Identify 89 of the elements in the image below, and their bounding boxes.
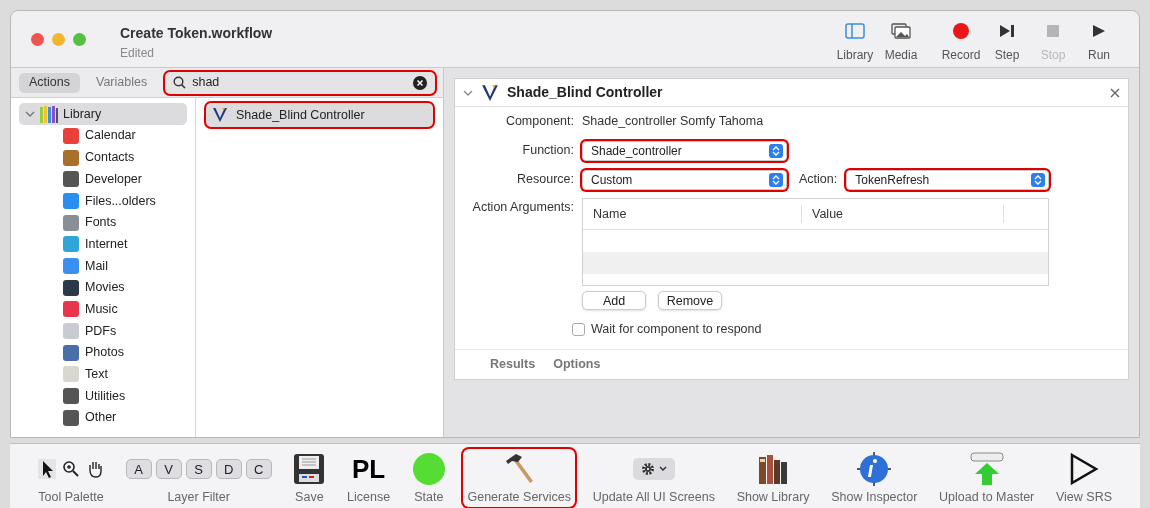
component-value: Shade_controller Somfy Tahoma	[582, 113, 764, 131]
bottom-toolbar-button[interactable]: PL License	[343, 449, 395, 507]
field-label: Component:	[504, 113, 575, 131]
tab[interactable]: Actions	[19, 72, 80, 93]
toolbar-button[interactable]: Run	[1079, 21, 1119, 64]
library-category[interactable]: Movies	[19, 276, 187, 299]
library-category[interactable]: Other	[19, 406, 187, 429]
chevron-down-icon	[658, 466, 667, 473]
stepper-icon	[1031, 172, 1046, 187]
clear-icon[interactable]	[413, 75, 427, 90]
action-title: Shade_Blind Controller	[507, 83, 663, 102]
gear-icon	[640, 462, 655, 477]
table-button[interactable]: Remove	[658, 291, 722, 310]
upload-icon	[968, 452, 1005, 487]
checkbox[interactable]	[572, 322, 585, 336]
layer-filter-button[interactable]: C	[245, 459, 272, 480]
stepper-icon	[769, 172, 783, 187]
footer-tab[interactable]: Options	[553, 355, 601, 374]
field-label: Function:	[521, 142, 575, 160]
layer-filter-button[interactable]: S	[185, 459, 212, 480]
library-category[interactable]: Utilities	[19, 385, 187, 407]
layer-filter-button[interactable]: V	[155, 459, 182, 480]
library-category[interactable]: Photos	[19, 341, 187, 364]
sidebar-icon	[845, 23, 865, 39]
library-category[interactable]: Files...olders	[19, 190, 187, 212]
record-icon	[952, 22, 970, 40]
table-button[interactable]: Add	[582, 291, 646, 310]
library-category[interactable]: Text	[19, 363, 187, 386]
license-text: PL	[351, 456, 386, 483]
bottom-toolbar-button[interactable]: Generate Services	[463, 449, 575, 507]
bottom-toolbar-button[interactable]: View SRS	[1051, 449, 1116, 507]
stop-icon	[1046, 24, 1060, 38]
zoom-icon[interactable]	[62, 460, 80, 479]
gear-dropdown[interactable]	[632, 458, 675, 481]
library-icon	[39, 105, 59, 123]
tab[interactable]: Variables	[86, 72, 158, 93]
column-header[interactable]: Value	[802, 204, 1004, 224]
layer-filter-button[interactable]: A	[125, 459, 152, 480]
pointer-icon[interactable]	[38, 459, 56, 480]
bottom-toolbar-button[interactable]: Upload to Master	[935, 449, 1039, 507]
bottom-toolbar-button[interactable]: Tool Palette	[34, 449, 108, 507]
photos-icon	[891, 23, 911, 39]
play-icon	[1068, 453, 1099, 486]
library-category[interactable]: PDFs	[19, 320, 187, 342]
library-category[interactable]: Calendar	[19, 125, 187, 147]
action-result-item[interactable]: Shade_Blind Controller	[206, 103, 433, 127]
bottom-toolbar-button[interactable]: Update All UI Screens	[588, 449, 719, 507]
layer-filter-button[interactable]: D	[215, 459, 242, 480]
close-icon[interactable]	[1110, 87, 1120, 98]
toolbar-button[interactable]: Record	[941, 21, 981, 64]
disclosure-icon	[25, 110, 35, 118]
checkbox-label: Wait for component to respond	[591, 321, 762, 338]
field-label: Action Arguments:	[471, 199, 575, 216]
popup-select[interactable]: Custom	[582, 169, 787, 190]
bottom-toolbar-button[interactable]: State	[407, 449, 450, 507]
window-subtitle: Edited	[120, 45, 156, 62]
popup-select[interactable]: TokenRefresh	[846, 169, 1050, 190]
column-header[interactable]: Name	[583, 204, 802, 224]
field-label: Resource:	[516, 171, 575, 189]
close-window-button[interactable]	[31, 33, 44, 46]
search-field[interactable]: shad	[165, 71, 435, 94]
info-icon	[856, 451, 893, 488]
toolbar-button[interactable]: Media	[881, 21, 921, 64]
window-title: Create Token.workflow	[120, 24, 273, 43]
hand-icon[interactable]	[86, 460, 104, 479]
popup-select[interactable]: Shade_controller	[582, 140, 787, 161]
books-icon	[757, 453, 790, 486]
stepper-icon	[769, 143, 783, 158]
library-tree-item[interactable]: Library	[19, 103, 187, 125]
library-category[interactable]: Fonts	[19, 211, 187, 234]
bottom-toolbar-button[interactable]: Show Library	[732, 449, 814, 507]
bottom-toolbar-button[interactable]: Save	[289, 449, 330, 507]
bottom-toolbar-button[interactable]: Show Inspector	[827, 449, 922, 507]
library-category[interactable]: Internet	[19, 233, 187, 256]
library-category[interactable]: Developer	[19, 168, 187, 191]
toolbar-button[interactable]: Step	[987, 21, 1027, 64]
footer-tab[interactable]: Results	[490, 355, 536, 374]
search-icon	[173, 76, 187, 89]
library-category[interactable]: Contacts	[19, 146, 187, 169]
v-logo-icon	[481, 83, 499, 102]
toolbar-button[interactable]: Library	[835, 21, 875, 64]
field-label: Action:	[799, 171, 838, 189]
step-icon	[999, 24, 1015, 38]
disclosure-icon[interactable]	[463, 88, 473, 97]
v-logo-icon	[212, 107, 228, 123]
library-category[interactable]: Music	[19, 298, 187, 321]
library-category[interactable]: Mail	[19, 255, 187, 277]
bottom-toolbar-button[interactable]: A V S D C Layer Filter	[121, 449, 276, 507]
play-icon	[1092, 24, 1106, 38]
